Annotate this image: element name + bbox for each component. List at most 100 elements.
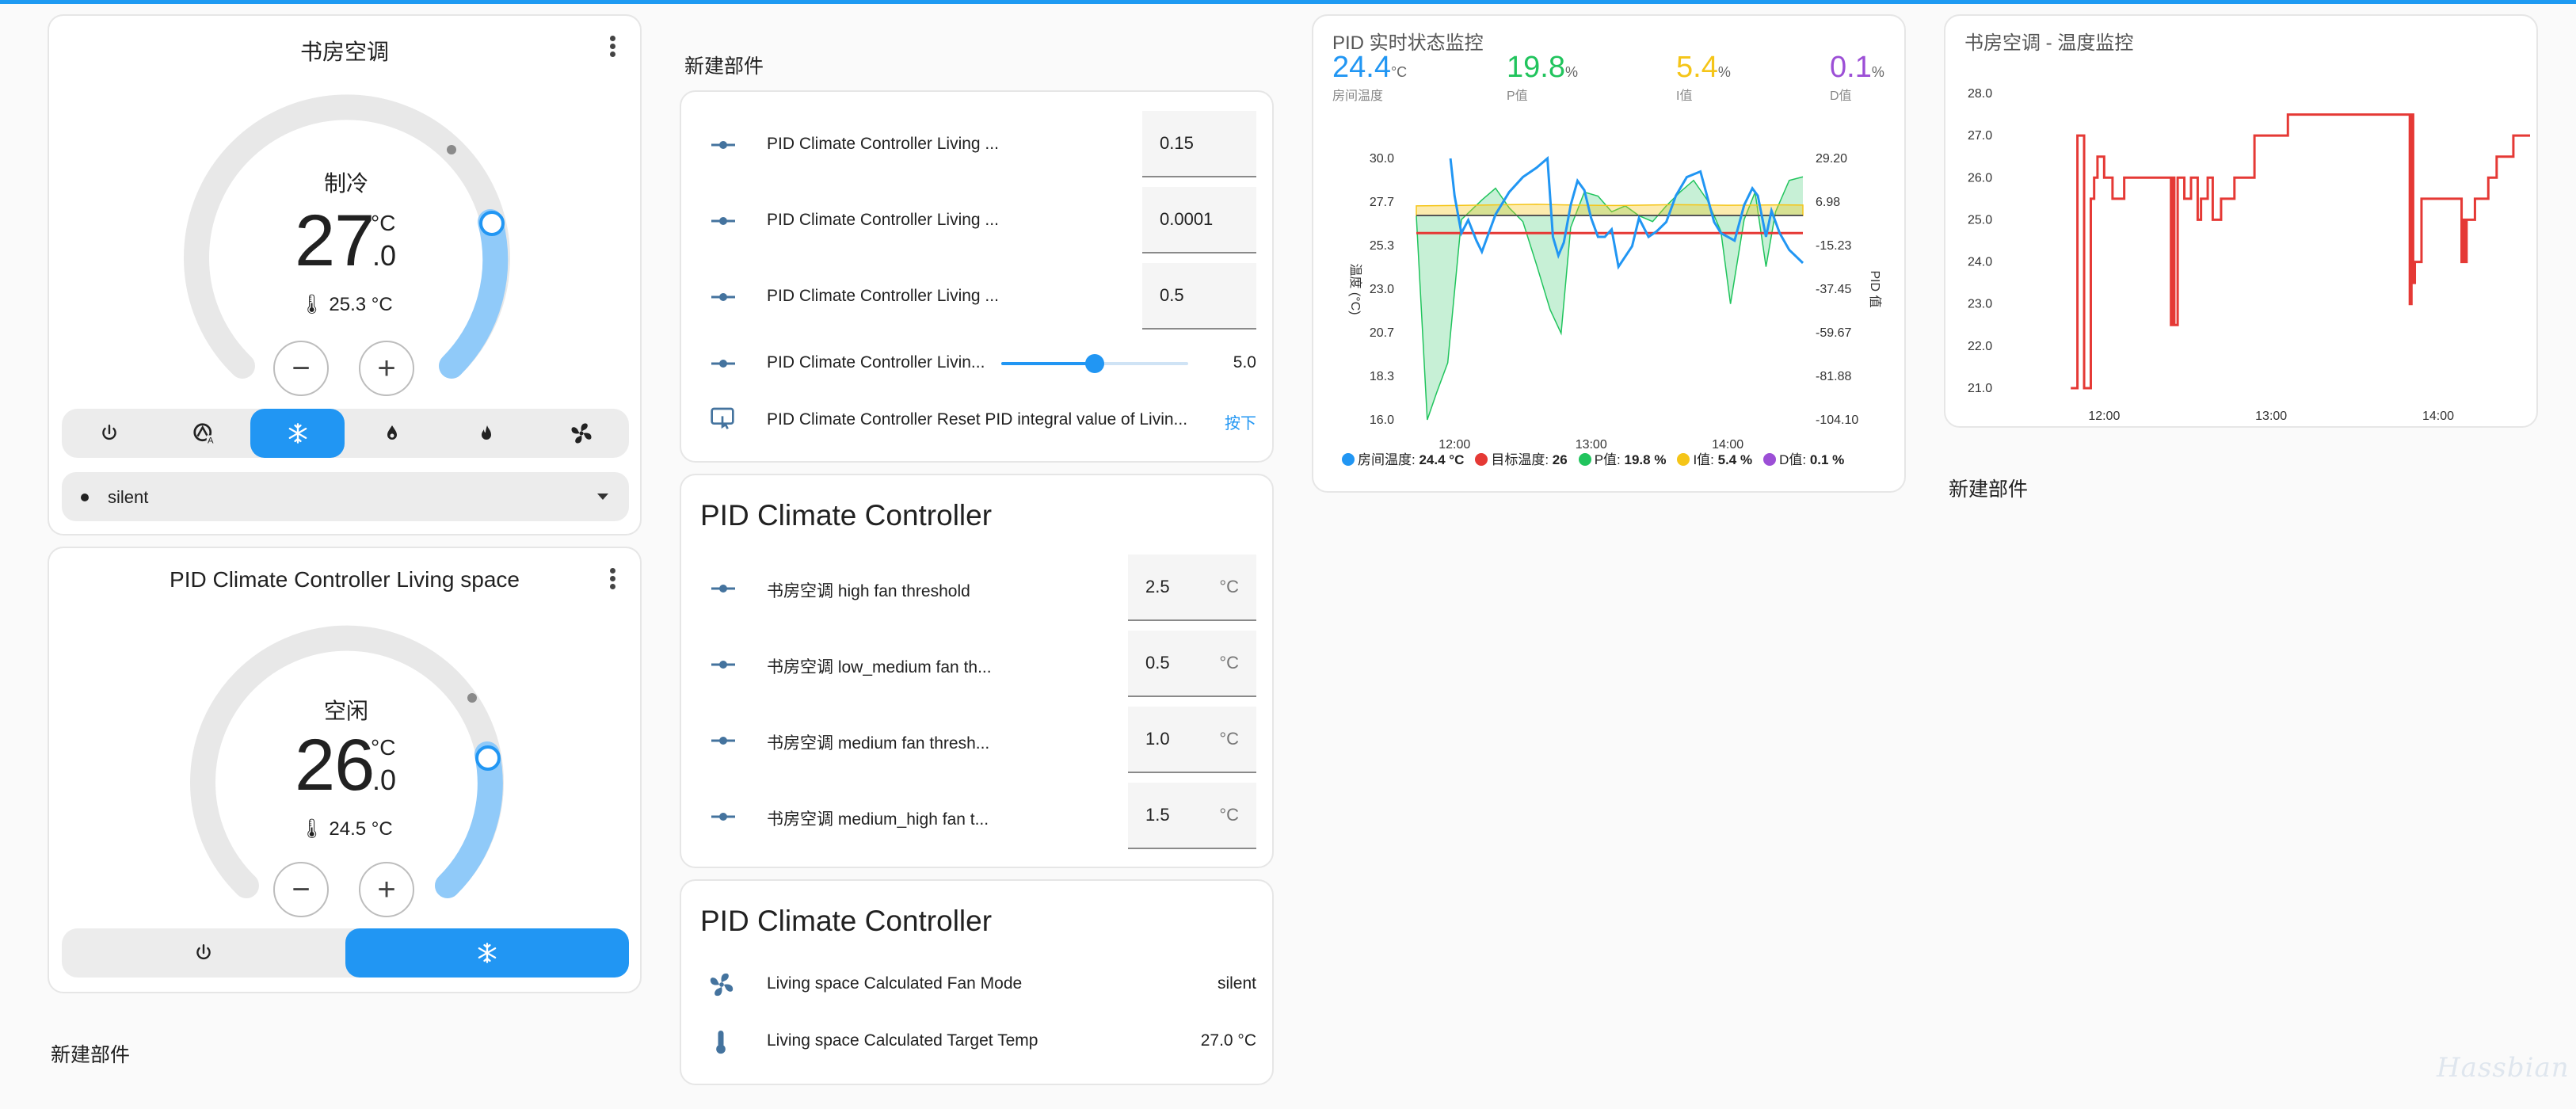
- legend-marker: [1475, 453, 1488, 466]
- snowflake-icon: [288, 423, 307, 444]
- slider-icon: [711, 813, 735, 821]
- current-temperature: 🌡 25.3 °C: [251, 293, 441, 316]
- card-title: PID Climate Controller: [700, 905, 993, 937]
- input-unit: °C: [1219, 805, 1239, 825]
- number-input[interactable]: 1.5 °C: [1128, 783, 1256, 849]
- y-tick-label: 22.0: [1968, 340, 1992, 353]
- target-temp-decimal: .0: [372, 239, 397, 272]
- entities-card-calculated: PID Climate Controller Living space Calc…: [680, 879, 1274, 1085]
- slider-icon: [711, 141, 735, 149]
- power-icon: [196, 944, 211, 960]
- slider-value: 5.0: [1233, 353, 1256, 372]
- number-input[interactable]: 2.5 °C: [1128, 554, 1256, 621]
- mode-off-button[interactable]: [62, 409, 156, 458]
- y2-tick-label: -81.88: [1816, 370, 1851, 383]
- legend-item[interactable]: D值: 0.1 %: [1763, 452, 1844, 467]
- legend-value: 5.4 %: [1713, 452, 1753, 467]
- decrease-temp-button[interactable]: −: [273, 341, 329, 396]
- slider-track[interactable]: [1001, 354, 1188, 373]
- legend-label: P值:: [1594, 452, 1621, 467]
- decrease-temp-button[interactable]: −: [273, 862, 329, 917]
- fan-icon: [710, 973, 734, 997]
- card-title: 书房空调 - 温度监控: [1964, 32, 2134, 54]
- current-temp-value: 24.5 °C: [329, 818, 393, 840]
- number-input[interactable]: 0.15: [1142, 111, 1256, 177]
- stat-label: 房间温度: [1332, 90, 1384, 103]
- legend-item[interactable]: I值: 5.4 %: [1677, 452, 1752, 467]
- mode-auto-button[interactable]: A: [156, 409, 250, 458]
- mode-heat-button[interactable]: [439, 409, 533, 458]
- entity-state: 27.0 °C: [1200, 1031, 1256, 1050]
- chart-legend: 房间温度: 24.4 °C 目标温度: 26 P值: 19.8 % I值: 5.4 %…: [1342, 448, 1896, 472]
- mode-cool-button[interactable]: [250, 409, 345, 458]
- mode-cool-button[interactable]: [345, 928, 629, 978]
- entity-label: Living space Calculated Fan Mode: [767, 974, 1023, 993]
- slider-fill: [1001, 362, 1095, 365]
- pid-chart[interactable]: 30.0 27.7 25.3 23.0 20.7 18.3 16.0 29.20 6.98 -15…: [1313, 127, 1904, 459]
- fan-mode-select[interactable]: silent: [62, 472, 629, 521]
- input-value: 1.0: [1145, 729, 1170, 749]
- y-tick-label: 18.3: [1370, 370, 1394, 383]
- legend-label: D值:: [1779, 452, 1807, 467]
- entity-label: PID Climate Controller Reset PID integra…: [767, 410, 1188, 429]
- fan-mode-value: silent: [108, 487, 149, 507]
- increase-temp-button[interactable]: +: [359, 862, 414, 917]
- press-button[interactable]: 按下: [1188, 410, 1256, 433]
- pid-monitor-card: PID 实时状态监控 24.4°C 房间温度 19.8% P值 5.4% I值 …: [1312, 14, 1906, 493]
- entity-label: Living space Calculated Target Temp: [767, 1031, 1038, 1050]
- slider-handle[interactable]: [1085, 354, 1104, 373]
- mode-fan-button[interactable]: [533, 409, 629, 458]
- y2-axis-title: PID 值: [1868, 270, 1882, 307]
- y-tick-label: 25.0: [1968, 213, 1992, 227]
- number-input[interactable]: 1.0 °C: [1128, 707, 1256, 773]
- y-axis-title: 温度 (°C): [1348, 263, 1362, 314]
- y-tick-label: 24.0: [1968, 256, 1992, 269]
- mode-dry-button[interactable]: [345, 409, 439, 458]
- legend-label: I值:: [1693, 452, 1714, 467]
- more-options-icon[interactable]: [608, 566, 617, 589]
- y-tick-label: 25.3: [1370, 239, 1394, 253]
- current-temp-marker: [467, 693, 477, 703]
- stat-unit: %: [1564, 64, 1578, 80]
- mode-off-button[interactable]: [62, 928, 345, 978]
- minus-icon: −: [292, 350, 311, 386]
- new-card-label: 新建部件: [1949, 478, 2029, 501]
- y2-tick-label: 6.98: [1816, 196, 1840, 209]
- current-temp-marker: [447, 145, 456, 154]
- y-tick-label: 16.0: [1370, 413, 1394, 427]
- input-value: 0.5: [1160, 285, 1184, 305]
- hvac-action-label: 空闲: [323, 699, 368, 723]
- thermometer-icon: 🌡: [299, 294, 324, 315]
- y-tick-label: 28.0: [1968, 87, 1992, 101]
- water-drop-icon: [387, 425, 397, 440]
- stat-label: D值: [1830, 90, 1852, 103]
- legend-item[interactable]: P值: 19.8 %: [1578, 452, 1666, 467]
- number-input[interactable]: 0.5 °C: [1128, 631, 1256, 697]
- y2-tick-label: -15.23: [1816, 239, 1851, 253]
- legend-item[interactable]: 目标温度: 26: [1475, 452, 1568, 467]
- stat-i-value: 5.4% I值: [1676, 51, 1731, 104]
- legend-value: 26: [1549, 452, 1568, 467]
- number-input[interactable]: 0.5: [1142, 263, 1256, 330]
- thermostat-card-study: 书房空调 制冷 27 °C .0 🌡 25.3 °C − + A silent: [48, 14, 642, 535]
- input-value: 1.5: [1145, 805, 1170, 825]
- target-temp-unit: °C: [371, 211, 396, 235]
- chevron-down-icon: [597, 494, 608, 500]
- svg-text:A: A: [208, 436, 214, 446]
- entities-card-title: 新建部件: [684, 55, 764, 78]
- current-temp-value: 25.3 °C: [329, 294, 393, 315]
- y2-tick-label: 29.20: [1816, 152, 1847, 166]
- auto-mode-icon: A: [192, 423, 215, 446]
- y2-tick-label: -59.67: [1816, 326, 1851, 340]
- y2-tick-label: -104.10: [1816, 413, 1858, 427]
- number-input[interactable]: 0.0001: [1142, 187, 1256, 253]
- legend-item[interactable]: 房间温度: 24.4 °C: [1342, 452, 1464, 467]
- more-options-icon[interactable]: [608, 33, 617, 57]
- increase-temp-button[interactable]: +: [359, 341, 414, 396]
- plus-icon: +: [377, 871, 396, 907]
- entity-label: 书房空调 low_medium fan th...: [767, 658, 992, 676]
- temperature-line: [2071, 113, 2530, 390]
- temperature-chart[interactable]: 28.0 27.0 26.0 25.0 24.0 23.0 22.0 21.0 12:00 13:…: [1945, 55, 2536, 420]
- stat-label: I值: [1676, 90, 1693, 103]
- flame-icon: [481, 425, 491, 440]
